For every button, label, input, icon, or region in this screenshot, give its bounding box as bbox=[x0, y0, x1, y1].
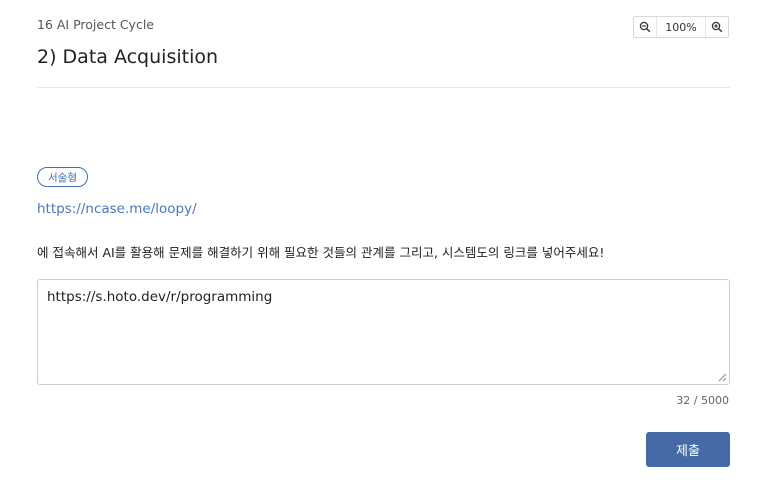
zoom-in-icon bbox=[711, 21, 723, 33]
answer-value: https://s.hoto.dev/r/programming bbox=[47, 289, 273, 305]
page-title: 2) Data Acquisition bbox=[37, 46, 219, 68]
zoom-level: 100% bbox=[656, 17, 706, 37]
zoom-in-button[interactable] bbox=[706, 17, 728, 37]
character-counter: 32 / 5000 bbox=[676, 394, 729, 407]
zoom-control: 100% bbox=[633, 16, 729, 38]
question-prompt: 에 접속해서 AI를 활용해 문제를 해결하기 위해 필요한 것들의 관계를 그… bbox=[37, 245, 605, 260]
zoom-out-icon bbox=[639, 21, 651, 33]
resize-handle-icon[interactable] bbox=[717, 372, 727, 382]
submit-button[interactable]: 제출 bbox=[646, 432, 730, 467]
breadcrumb: 16 AI Project Cycle bbox=[37, 17, 154, 32]
question-type-badge: 서술형 bbox=[37, 167, 88, 187]
header-divider bbox=[37, 87, 730, 88]
loopy-link[interactable]: https://ncase.me/loopy/ bbox=[37, 201, 197, 217]
page: 16 AI Project Cycle 2) Data Acquisition … bbox=[0, 0, 773, 495]
zoom-out-button[interactable] bbox=[634, 17, 656, 37]
